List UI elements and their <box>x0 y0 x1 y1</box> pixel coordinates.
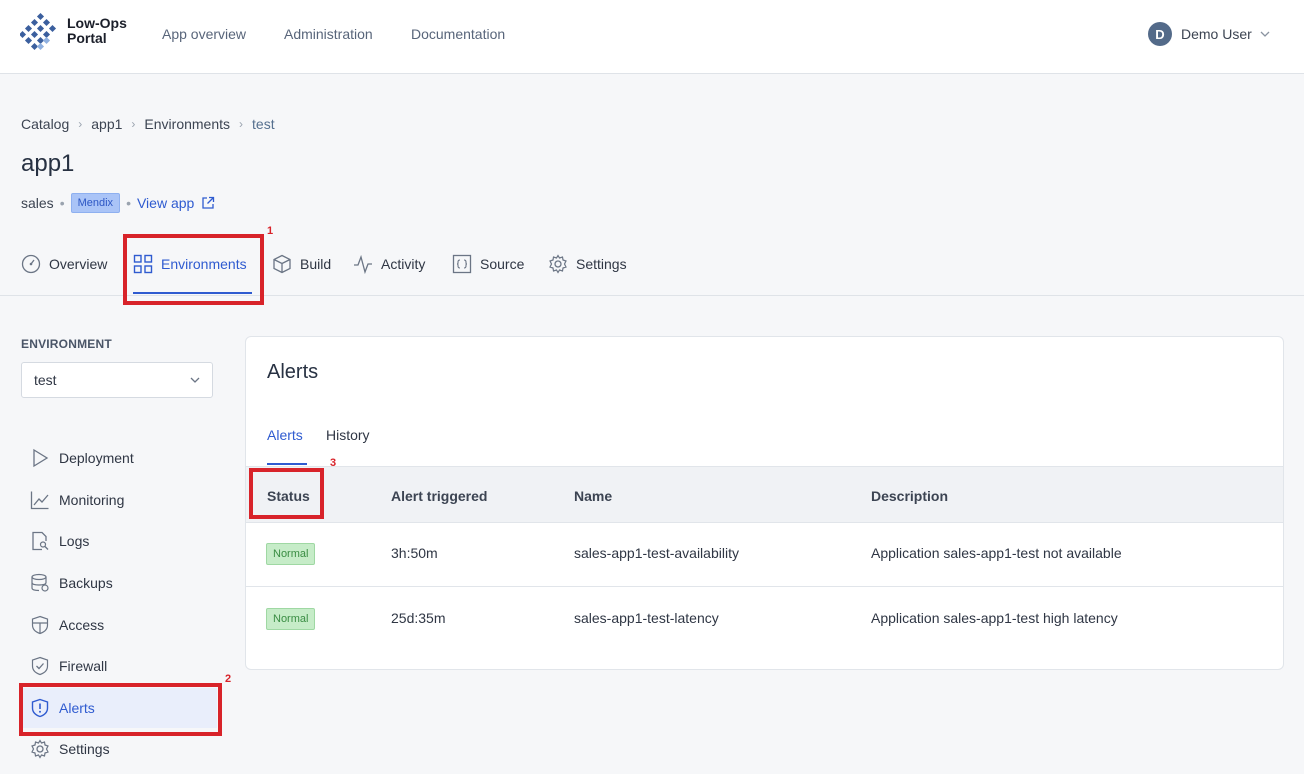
gear-icon <box>31 739 49 759</box>
platform-badge: Mendix <box>70 193 121 213</box>
user-menu[interactable]: D Demo User <box>1148 22 1270 46</box>
nav-administration[interactable]: Administration <box>284 26 373 42</box>
environment-select[interactable]: test <box>21 362 213 398</box>
alert-name-cell: sales-app1-test-availability <box>574 545 739 561</box>
sidebar-item-logs[interactable]: Logs <box>21 521 217 561</box>
sidebar-item-label: Access <box>59 617 105 633</box>
nav-documentation[interactable]: Documentation <box>411 26 505 42</box>
sidebar-item-firewall[interactable]: Firewall <box>21 646 217 686</box>
tab-label: Settings <box>576 256 627 272</box>
sidebar-item-label: Monitoring <box>59 492 125 508</box>
user-name: Demo User <box>1181 26 1252 42</box>
sidebar-item-label: Backups <box>59 575 113 591</box>
subtab-alerts[interactable]: Alerts <box>267 427 303 443</box>
tab-build[interactable]: Build <box>272 254 331 274</box>
breadcrumb-current: test <box>252 116 275 132</box>
sidebar-item-label: Deployment <box>59 450 134 466</box>
annotation-box-alerts <box>19 683 222 736</box>
breadcrumb-catalog[interactable]: Catalog <box>21 116 69 132</box>
annotation-number: 2 <box>225 673 232 685</box>
alerts-panel: Alerts Alerts History Status Alert trigg… <box>245 336 1284 670</box>
tab-label: Source <box>480 256 525 272</box>
table-row[interactable]: Normal 3h:50m sales-app1-test-availabili… <box>246 523 1283 587</box>
box-icon <box>273 254 291 274</box>
breadcrumb-app1[interactable]: app1 <box>91 116 122 132</box>
gear-icon <box>549 254 567 274</box>
annotation-number: 3 <box>330 457 337 469</box>
view-app-link[interactable]: View app <box>137 195 194 211</box>
sidebar-item-monitoring[interactable]: Monitoring <box>21 480 217 520</box>
chevron-right-icon: › <box>78 117 83 131</box>
alert-name-cell: sales-app1-test-latency <box>574 610 719 626</box>
table-row[interactable]: Normal 25d:35m sales-app1-test-latency A… <box>246 588 1283 652</box>
shield-icon <box>31 615 49 635</box>
code-braces-icon <box>452 254 472 274</box>
brand-line-1: Low-Ops <box>67 15 127 31</box>
subtab-history[interactable]: History <box>326 427 370 443</box>
external-link-icon[interactable] <box>201 196 215 210</box>
chevron-right-icon: › <box>239 117 244 131</box>
separator-dot: • <box>59 195 65 211</box>
page-title: app1 <box>21 150 75 177</box>
line-chart-icon <box>30 491 49 510</box>
environment-label: ENVIRONMENT <box>21 337 112 351</box>
gauge-icon <box>21 254 41 274</box>
alert-description-cell: Application sales-app1-test not availabl… <box>871 545 1122 561</box>
alert-triggered-cell: 25d:35m <box>391 610 446 626</box>
app-meta: sales • Mendix • View app <box>21 192 215 214</box>
tab-label: Build <box>300 256 332 272</box>
tab-activity[interactable]: Activity <box>353 254 425 274</box>
tab-source[interactable]: Source <box>452 254 524 274</box>
brand-name: Low-Ops Portal <box>67 16 127 46</box>
low-ops-logo[interactable] <box>20 12 60 52</box>
table-header: Status Alert triggered Name Description <box>246 466 1283 523</box>
database-icon <box>31 573 49 592</box>
annotation-box-status <box>249 468 324 519</box>
file-search-icon <box>32 531 49 551</box>
annotation-number: 1 <box>267 225 274 237</box>
status-badge: Normal <box>266 543 316 565</box>
annotation-box-environments <box>123 234 264 305</box>
chevron-right-icon: › <box>131 117 136 131</box>
sidebar-item-backups[interactable]: Backups <box>21 563 217 603</box>
alert-triggered-cell: 3h:50m <box>391 545 438 561</box>
column-header-alert-triggered[interactable]: Alert triggered <box>391 488 487 504</box>
active-subtab-indicator <box>267 463 307 465</box>
tab-settings[interactable]: Settings <box>548 254 627 274</box>
tab-label: Overview <box>49 256 108 272</box>
avatar: D <box>1148 22 1172 46</box>
column-header-name[interactable]: Name <box>574 488 612 504</box>
tab-label: Activity <box>381 256 426 272</box>
environment-select-value: test <box>34 372 57 388</box>
separator-dot: • <box>126 195 131 211</box>
tab-overview[interactable]: Overview <box>21 254 107 274</box>
column-header-description[interactable]: Description <box>871 488 948 504</box>
top-navigation: Low-Ops Portal App overview Administrati… <box>0 0 1304 74</box>
breadcrumb: Catalog › app1 › Environments › test <box>21 116 275 132</box>
brand-line-2: Portal <box>67 30 107 46</box>
sidebar-item-access[interactable]: Access <box>21 605 217 645</box>
sidebar-item-deployment[interactable]: Deployment <box>21 438 217 478</box>
sidebar-item-label: Firewall <box>59 658 108 674</box>
sidebar-item-label: Settings <box>59 741 110 757</box>
team-name: sales <box>21 195 54 211</box>
shield-check-icon <box>31 656 49 676</box>
breadcrumb-environments[interactable]: Environments <box>144 116 230 132</box>
nav-app-overview[interactable]: App overview <box>162 26 246 42</box>
panel-title: Alerts <box>267 361 319 383</box>
chevron-down-icon <box>190 377 200 383</box>
chevron-down-icon <box>1260 31 1270 37</box>
play-icon <box>33 448 49 468</box>
status-badge: Normal <box>266 608 316 630</box>
sidebar-item-label: Logs <box>59 533 90 549</box>
alert-description-cell: Application sales-app1-test high latency <box>871 610 1118 626</box>
activity-icon <box>354 254 372 274</box>
